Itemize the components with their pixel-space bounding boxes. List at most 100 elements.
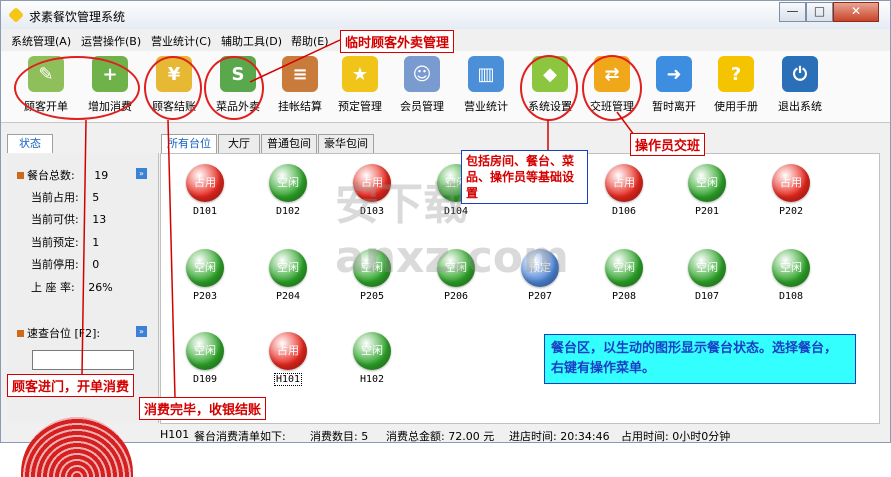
menu-statistics[interactable]: 营业统计(C) — [151, 33, 211, 49]
table-code-text: P203 — [192, 291, 218, 302]
toolbar-button-label: 会员管理 — [400, 100, 444, 113]
table-d102[interactable]: 空闲 D102 — [258, 164, 318, 236]
table-code: P207 — [510, 291, 570, 302]
tab-hall[interactable]: 大厅 — [218, 134, 260, 154]
table-code-text: P202 — [778, 206, 804, 217]
table-code: D101 — [175, 206, 235, 217]
status-total-amount: 消费总金额: 72.00 元 — [386, 430, 495, 443]
highlight-takeout — [204, 56, 264, 120]
annotation-checkout: 消费完毕，收银结账 — [139, 397, 267, 420]
menu-system[interactable]: 系统管理(A) — [11, 33, 71, 49]
table-d108[interactable]: 空闲 D108 — [761, 249, 821, 321]
highlight-settings — [520, 55, 578, 121]
toolbar-button-5[interactable]: ★ 预定管理 — [329, 53, 391, 119]
table-code-text: P201 — [694, 206, 720, 217]
annotation-takeout: 临时顾客外卖管理 — [340, 30, 455, 53]
running-man-icon: ➜ — [656, 56, 692, 92]
table-code: P208 — [594, 291, 654, 302]
toolbar-button-6[interactable]: ☺ 会员管理 — [391, 53, 453, 119]
menu-tools[interactable]: 辅助工具(D) — [221, 33, 282, 49]
stats-chart-icon: ▥ — [468, 56, 504, 92]
stat-available: 当前可供: 13 — [31, 213, 107, 226]
table-code: D102 — [258, 206, 318, 217]
highlight-handover — [582, 55, 642, 121]
table-code-text: D101 — [192, 206, 218, 217]
app-logo-icon — [8, 7, 24, 23]
toolbar-button-label: 使用手册 — [714, 100, 758, 113]
tab-status[interactable]: 状态 — [7, 134, 53, 154]
table-status-disc: 占用 — [772, 164, 810, 202]
table-code-text: P204 — [275, 291, 301, 302]
table-code: P202 — [761, 206, 821, 217]
status-item-count: 消费数目: 5 — [310, 430, 369, 443]
table-h102[interactable]: 空闲 H102 — [342, 332, 402, 404]
table-d107[interactable]: 空闲 D107 — [677, 249, 737, 321]
stat-reserved: 当前预定: 1 — [31, 236, 100, 249]
status-bar: H101 餐台消费清单如下: 消费数目: 5 消费总金额: 72.00 元 进店… — [160, 424, 880, 444]
stat-total: 餐台总数: 19 — [17, 167, 108, 183]
close-button[interactable]: ✕ — [833, 2, 879, 22]
quick-search-input[interactable] — [32, 350, 134, 370]
table-code-text: P206 — [443, 291, 469, 302]
toolbar-button-11[interactable]: ? 使用手册 — [705, 53, 767, 119]
help-question-icon: ? — [718, 56, 754, 92]
stat-occupied: 当前占用: 5 — [31, 191, 100, 204]
table-status-disc: 空闲 — [353, 332, 391, 370]
annotation-settings: 包括房间、餐台、菜品、操作员等基础设置 — [461, 150, 588, 204]
decorative-seal-image — [21, 417, 133, 477]
table-code: P205 — [342, 291, 402, 302]
highlight-open-order — [14, 56, 140, 120]
table-h101[interactable]: 占用 H101 — [258, 332, 318, 404]
table-code-text: D107 — [694, 291, 720, 302]
expand-stats-icon[interactable]: » — [136, 168, 147, 179]
table-status-disc: 空闲 — [605, 249, 643, 287]
table-status-disc: 空闲 — [772, 249, 810, 287]
tab-standard-room[interactable]: 普通包间 — [261, 134, 317, 154]
table-d106[interactable]: 占用 D106 — [594, 164, 654, 236]
table-code: P203 — [175, 291, 235, 302]
table-status-disc: 空闲 — [186, 332, 224, 370]
table-code-text: P207 — [527, 291, 553, 302]
expand-quick-icon[interactable]: » — [136, 326, 147, 337]
table-status-disc: 空闲 — [269, 164, 307, 202]
table-p203[interactable]: 空闲 P203 — [175, 249, 235, 321]
table-p204[interactable]: 空闲 P204 — [258, 249, 318, 321]
table-code: H102 — [342, 374, 402, 385]
table-d109[interactable]: 空闲 D109 — [175, 332, 235, 404]
table-status-disc: 占用 — [186, 164, 224, 202]
highlight-checkout — [144, 56, 202, 120]
toolbar-button-4[interactable]: ≡ 挂帐结算 — [269, 53, 331, 119]
stat-disabled: 当前停用: 0 — [31, 258, 100, 271]
minimize-button[interactable]: — — [779, 2, 806, 22]
table-code-text: D108 — [778, 291, 804, 302]
power-icon: ⏻ — [782, 56, 818, 92]
status-duration: 占用时间: 0小时0分钟 — [621, 430, 731, 443]
toolbar-button-12[interactable]: ⏻ 退出系统 — [769, 53, 831, 119]
menu-help[interactable]: 帮助(E) — [291, 33, 329, 49]
table-status-disc: 占用 — [605, 164, 643, 202]
window-title: 求素餐饮管理系统 — [29, 10, 126, 24]
tab-all-tables[interactable]: 所有台位 — [161, 134, 217, 155]
members-icon: ☺ — [404, 56, 440, 92]
table-status-disc: 空闲 — [186, 249, 224, 287]
table-code-text: D106 — [611, 206, 637, 217]
maximize-button[interactable]: □ — [806, 2, 833, 22]
table-code-text: H101 — [273, 373, 303, 386]
menu-operations[interactable]: 运营操作(B) — [81, 33, 141, 49]
table-p208[interactable]: 空闲 P208 — [594, 249, 654, 321]
table-code-text: D109 — [192, 374, 218, 385]
table-p202[interactable]: 占用 P202 — [761, 164, 821, 236]
toolbar-button-7[interactable]: ▥ 营业统计 — [455, 53, 517, 119]
annotation-open-order: 顾客进门，开单消费 — [7, 374, 135, 397]
table-code: D106 — [594, 206, 654, 217]
tab-luxury-room[interactable]: 豪华包间 — [318, 134, 374, 154]
table-code: P206 — [426, 291, 486, 302]
table-p201[interactable]: 空闲 P201 — [677, 164, 737, 236]
toolbar-button-10[interactable]: ➜ 暂时离开 — [643, 53, 705, 119]
toolbar-button-label: 暂时离开 — [652, 100, 696, 113]
ledger-icon: ≡ — [282, 56, 318, 92]
table-status-disc: 占用 — [269, 332, 307, 370]
table-d101[interactable]: 占用 D101 — [175, 164, 235, 236]
status-table-code: H101 — [160, 428, 190, 441]
table-status-disc: 空闲 — [688, 164, 726, 202]
